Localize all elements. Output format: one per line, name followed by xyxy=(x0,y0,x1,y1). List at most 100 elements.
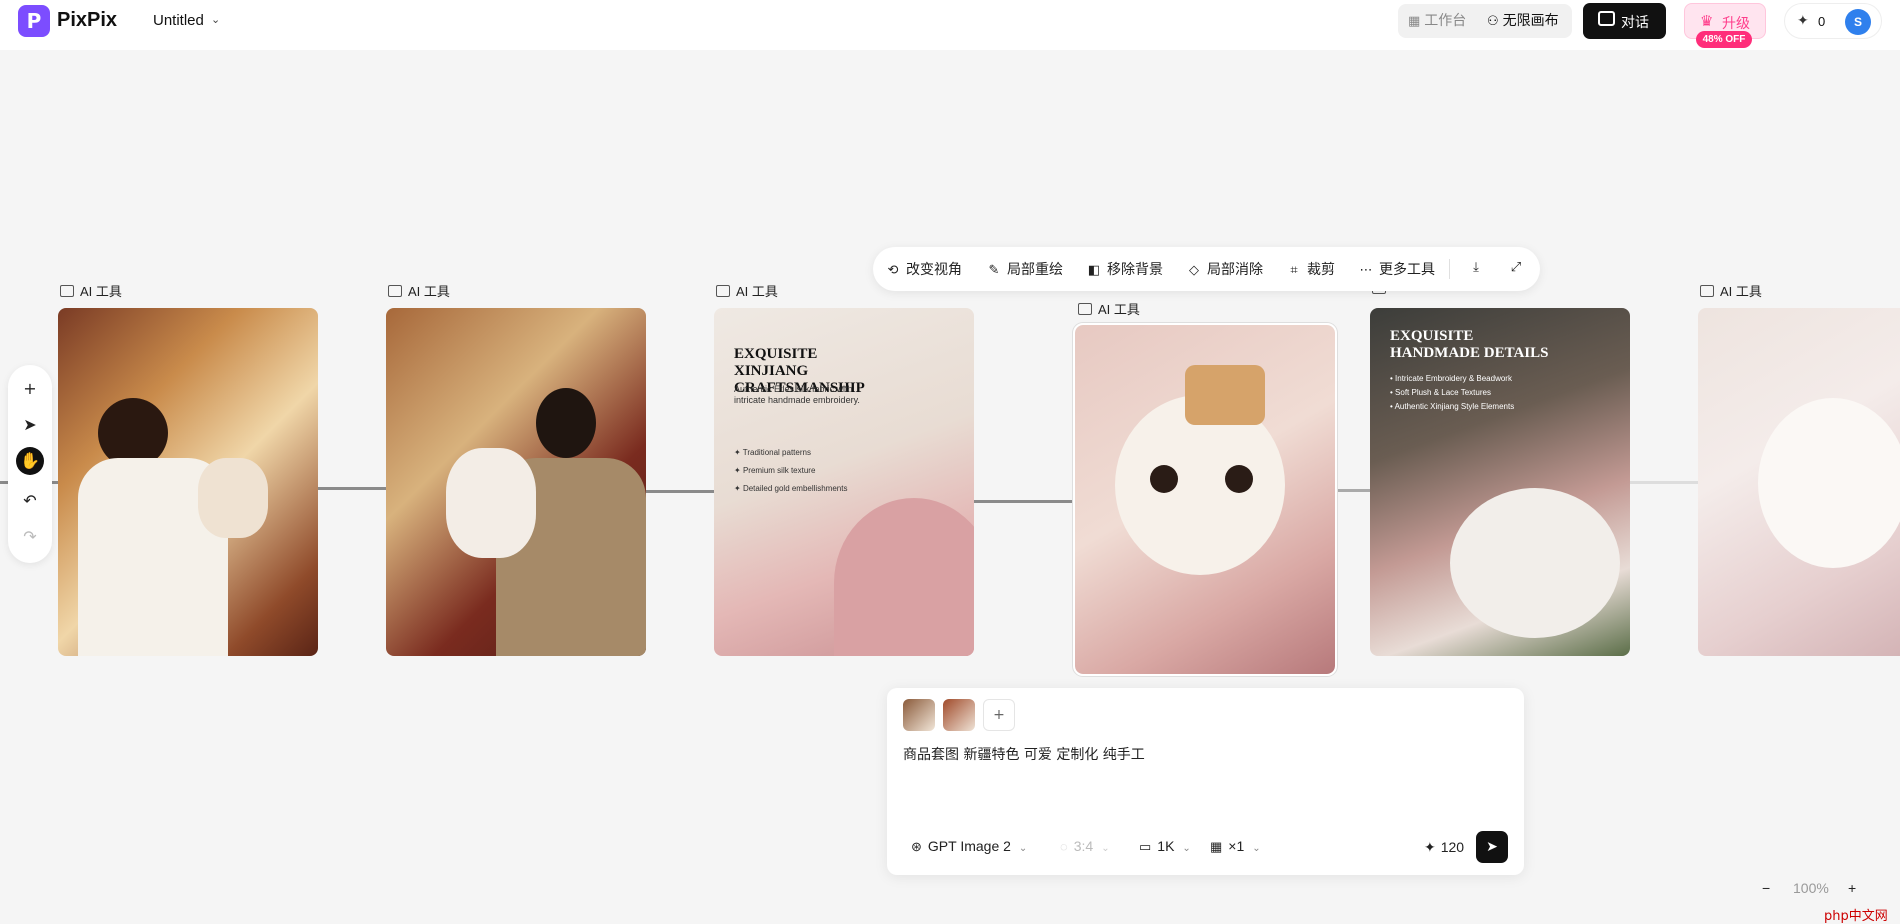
card-2-label-text: AI 工具 xyxy=(408,284,450,299)
chevron-down-icon[interactable]: ⌄ xyxy=(211,13,220,26)
image-dress-detail xyxy=(834,498,974,656)
chevron-down-icon: ⌄ xyxy=(1018,843,1028,854)
change-view-label: 改变视角 xyxy=(906,262,962,278)
list-item: ✦ Detailed gold embellishments xyxy=(734,484,848,493)
canvas-nodes-icon: ⚇ xyxy=(1487,14,1499,29)
image-lace-detail xyxy=(1450,488,1620,638)
add-reference-button[interactable]: + xyxy=(983,699,1015,731)
card-1-label: AI 工具 xyxy=(60,281,122,300)
zoom-out-button[interactable]: − xyxy=(1762,880,1770,896)
hand-icon[interactable]: ✋ xyxy=(16,447,44,475)
card-overlay-list: • Intricate Embroidery & Beadwork • Soft… xyxy=(1390,372,1514,414)
image-crown xyxy=(1185,365,1265,425)
generated-image-card[interactable] xyxy=(386,308,646,656)
erase-label: 局部消除 xyxy=(1207,262,1263,278)
download-icon: ⤓ xyxy=(1473,260,1479,275)
zoom-in-button[interactable]: + xyxy=(1848,880,1856,896)
app-logo[interactable]: P xyxy=(18,5,50,37)
download-button[interactable]: ⤓ xyxy=(1469,259,1489,279)
view-switcher: ▦ 工作台 ⚇ 无限画布 xyxy=(1398,4,1572,38)
watermark: php中文网 xyxy=(1818,903,1900,924)
canvas-tool-rail: + ➤ ✋ ↶ ↷ xyxy=(8,365,52,563)
generated-image-card[interactable]: EXQUISITE XINJIANG CRAFTSMANSHIP Authent… xyxy=(714,308,974,656)
ratio-select[interactable]: ◌ 3:4 ⌄ xyxy=(1060,838,1110,856)
more-dots-icon: ⋯ xyxy=(1359,263,1373,278)
cost-value: 120 xyxy=(1440,839,1465,855)
reference-thumbnail[interactable] xyxy=(903,699,935,731)
more-tools-button[interactable]: ⋯ 更多工具 xyxy=(1359,259,1436,279)
top-bar: P PixPix Untitled ⌄ ▦ 工作台 ⚇ 无限画布 对话 ♛ 升级 4… xyxy=(0,0,1900,50)
resolution-select[interactable]: ▭ 1K ⌄ xyxy=(1139,838,1191,856)
chat-bubble-icon xyxy=(1598,11,1615,26)
erase-button[interactable]: ◇ 局部消除 xyxy=(1187,259,1263,279)
card-2-label: AI 工具 xyxy=(388,281,450,300)
image-plush-toy xyxy=(446,448,536,558)
card-overlay-title: EXQUISITE HANDMADE DETAILS xyxy=(1390,328,1549,361)
image-icon xyxy=(60,285,74,297)
tab-workspace[interactable]: ▦ 工作台 xyxy=(1408,10,1466,32)
connector-segment xyxy=(645,490,715,493)
credits-pill[interactable]: ✦ 0 S xyxy=(1784,3,1882,39)
openai-icon: ⊛ xyxy=(911,839,922,854)
pointer-icon[interactable]: ➤ xyxy=(16,411,44,439)
tab-workspace-label: 工作台 xyxy=(1424,13,1467,29)
workspace-grid-icon: ▦ xyxy=(1408,14,1421,29)
card-4-label: AI 工具 xyxy=(1078,299,1140,318)
sparkle-icon: ✦ xyxy=(1424,839,1436,855)
card-6-label-text: AI 工具 xyxy=(1720,284,1762,299)
tab-canvas-label: 无限画布 xyxy=(1502,13,1559,29)
image-bear-eye xyxy=(1225,465,1253,493)
undo-icon[interactable]: ↶ xyxy=(16,487,44,515)
generated-image-card[interactable] xyxy=(1698,308,1900,656)
count-select[interactable]: ▦ ×1 ⌄ xyxy=(1210,838,1261,856)
chevron-down-icon: ⌄ xyxy=(1182,843,1191,854)
generated-image-card[interactable] xyxy=(58,308,318,656)
send-icon: ➤ xyxy=(1486,839,1498,855)
upgrade-label: 升级 xyxy=(1722,16,1750,32)
remove-bg-label: 移除背景 xyxy=(1107,262,1163,278)
redo-icon[interactable]: ↷ xyxy=(16,523,44,551)
send-button[interactable]: ➤ xyxy=(1476,831,1508,863)
image-icon xyxy=(1700,285,1714,297)
generation-cost: ✦ 120 xyxy=(1424,839,1464,856)
card-3-label: AI 工具 xyxy=(716,281,778,300)
ratio-label: 3:4 xyxy=(1073,838,1094,854)
model-label: GPT Image 2 xyxy=(927,838,1011,854)
tab-infinite-canvas[interactable]: ⚇ 无限画布 xyxy=(1487,10,1559,32)
plus-icon[interactable]: + xyxy=(16,375,44,403)
app-name: PixPix xyxy=(57,9,118,31)
ratio-icon: ◌ xyxy=(1060,839,1068,854)
brush-icon: ✎ xyxy=(988,263,1000,278)
remove-bg-icon: ◧ xyxy=(1087,263,1101,278)
zoom-level[interactable]: 100% xyxy=(1793,880,1829,896)
connector-segment xyxy=(973,500,1075,503)
change-view-button[interactable]: ⟲ 改变视角 xyxy=(886,259,962,279)
generated-image-card[interactable]: EXQUISITE HANDMADE DETAILS • Intricate E… xyxy=(1370,308,1630,656)
expand-button[interactable]: ⤢ xyxy=(1509,259,1529,279)
crop-button[interactable]: ⌗ 裁剪 xyxy=(1287,259,1335,279)
model-select[interactable]: ⊛ GPT Image 2 ⌄ xyxy=(911,838,1027,856)
image-icon xyxy=(716,285,730,297)
selected-image-card[interactable] xyxy=(1073,323,1337,676)
list-item: • Intricate Embroidery & Beadwork xyxy=(1390,374,1512,383)
resolution-label: 1K xyxy=(1157,838,1175,854)
image-icon xyxy=(388,285,402,297)
list-item: ✦ Premium silk texture xyxy=(734,466,816,475)
connector-segment xyxy=(1336,489,1370,492)
avatar[interactable]: S xyxy=(1845,9,1871,35)
image-bear-eye xyxy=(1150,465,1178,493)
chevron-down-icon: ⌄ xyxy=(1252,843,1261,854)
card-6-label: AI 工具 xyxy=(1700,281,1762,300)
list-item: • Authentic Xinjiang Style Elements xyxy=(1390,402,1515,411)
crop-icon: ⌗ xyxy=(1290,263,1298,278)
document-title[interactable]: Untitled xyxy=(153,12,204,29)
image-icon xyxy=(1078,303,1092,315)
prompt-input[interactable]: 商品套图 新疆特色 可爱 定制化 纯手工 xyxy=(903,744,1145,764)
chat-button[interactable]: 对话 xyxy=(1583,3,1666,39)
card-4-label-text: AI 工具 xyxy=(1098,302,1140,317)
discount-badge: 48% OFF xyxy=(1696,31,1752,48)
toolbar-divider xyxy=(1449,259,1450,279)
reference-thumbnail[interactable] xyxy=(943,699,975,731)
remove-background-button[interactable]: ◧ 移除背景 xyxy=(1087,259,1163,279)
inpaint-button[interactable]: ✎ 局部重绘 xyxy=(987,259,1063,279)
